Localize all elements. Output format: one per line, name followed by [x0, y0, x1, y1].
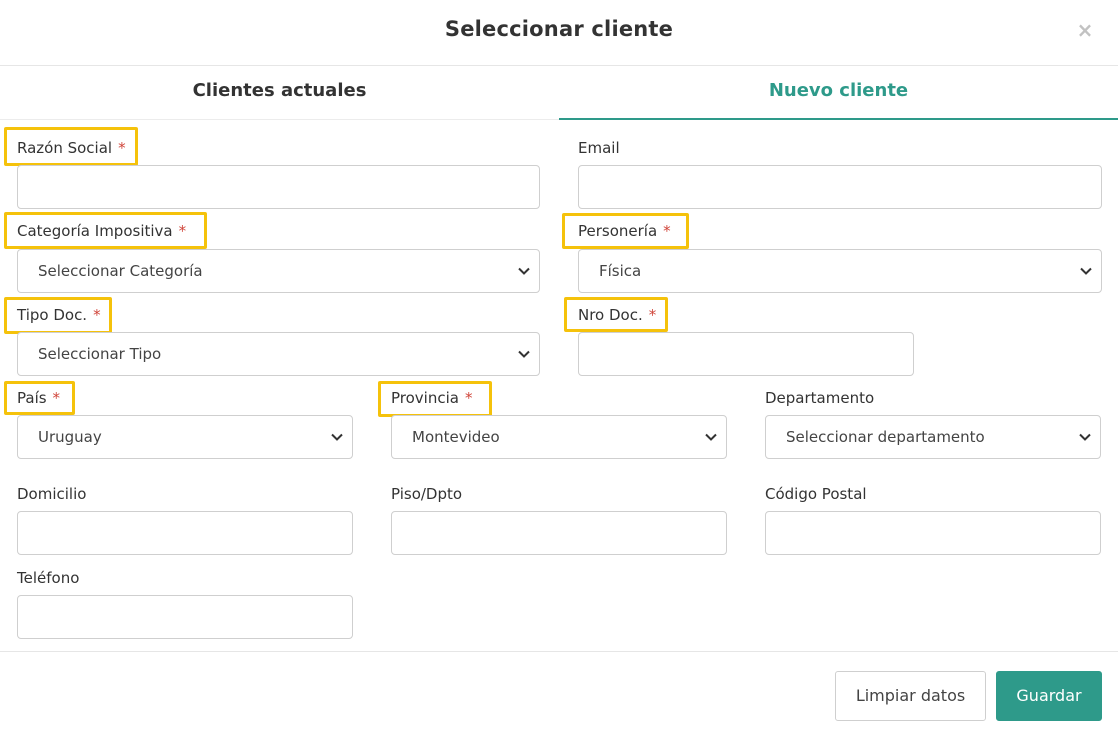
piso-label: Piso/Dpto — [391, 485, 463, 503]
tabs: Clientes actuales Nuevo cliente — [0, 66, 1118, 120]
pais-label: País * — [17, 389, 61, 407]
telefono-input[interactable] — [17, 595, 353, 639]
domicilio-input[interactable] — [17, 511, 353, 555]
departamento-select[interactable]: Seleccionar departamento — [765, 415, 1101, 459]
required-asterisk: * — [648, 306, 657, 324]
clear-data-button[interactable]: Limpiar datos — [835, 671, 986, 721]
required-asterisk: * — [52, 389, 61, 407]
tipo-doc-label: Tipo Doc. * — [17, 306, 101, 324]
categoria-label: Categoría Impositiva * — [17, 222, 187, 240]
razon-social-label: Razón Social * — [17, 139, 126, 157]
chevron-down-icon — [1079, 433, 1091, 441]
required-asterisk: * — [93, 306, 101, 324]
domicilio-label: Domicilio — [17, 485, 87, 503]
required-asterisk: * — [464, 389, 473, 407]
tipo-doc-select[interactable]: Seleccionar Tipo — [17, 332, 540, 376]
chevron-down-icon — [1080, 267, 1092, 275]
email-input[interactable] — [578, 165, 1102, 209]
nro-doc-input[interactable] — [578, 332, 914, 376]
piso-input[interactable] — [391, 511, 727, 555]
close-icon[interactable]: × — [1076, 18, 1094, 42]
departamento-label: Departamento — [765, 389, 875, 407]
modal-title: Seleccionar cliente — [444, 17, 674, 41]
pais-select[interactable]: Uruguay — [17, 415, 353, 459]
save-button[interactable]: Guardar — [996, 671, 1102, 721]
select-client-modal: Seleccionar cliente × Clientes actuales … — [0, 0, 1118, 734]
razon-social-input[interactable] — [17, 165, 540, 209]
required-asterisk: * — [118, 139, 126, 157]
required-asterisk: * — [663, 222, 671, 240]
nro-doc-label: Nro Doc. * — [578, 306, 657, 324]
chevron-down-icon — [518, 267, 530, 275]
chevron-down-icon — [705, 433, 717, 441]
codigo-postal-label: Código Postal — [765, 485, 867, 503]
modal-header: Seleccionar cliente × — [0, 0, 1118, 66]
categoria-select[interactable]: Seleccionar Categoría — [17, 249, 540, 293]
telefono-label: Teléfono — [17, 569, 80, 587]
codigo-postal-input[interactable] — [765, 511, 1101, 555]
required-asterisk: * — [178, 222, 187, 240]
personeria-select[interactable]: Física — [578, 249, 1102, 293]
chevron-down-icon — [518, 350, 530, 358]
chevron-down-icon — [331, 433, 343, 441]
email-label: Email — [578, 139, 620, 157]
tab-clientes-actuales[interactable]: Clientes actuales — [0, 66, 559, 120]
personeria-label: Personería * — [578, 222, 671, 240]
tab-nuevo-cliente[interactable]: Nuevo cliente — [559, 66, 1118, 120]
footer-divider — [0, 651, 1118, 652]
provincia-label: Provincia * — [391, 389, 473, 407]
provincia-select[interactable]: Montevideo — [391, 415, 727, 459]
